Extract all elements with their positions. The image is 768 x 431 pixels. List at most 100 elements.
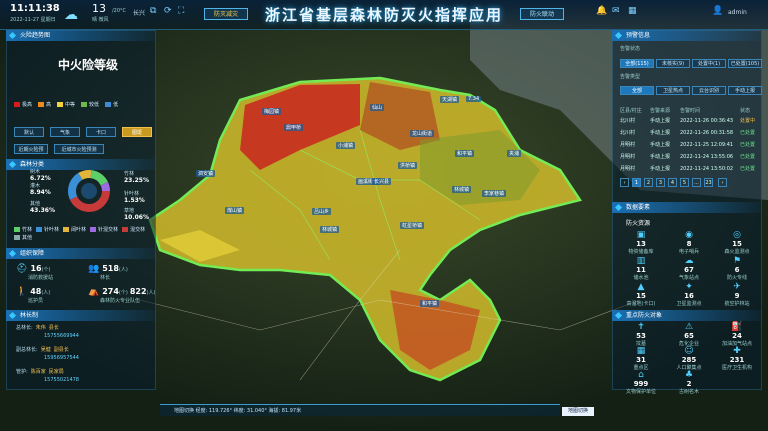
resource-item[interactable]: ✦ 16 卫星监测点 [666, 282, 712, 307]
page-button[interactable]: 1 [632, 178, 641, 187]
map-label[interactable]: 林城镇 [452, 186, 472, 193]
fire-resource-label: 防火资源 [626, 220, 651, 227]
map-label[interactable]: 梅园镇 [262, 108, 282, 115]
map-label[interactable]: 洪桥镇 [398, 162, 418, 169]
key-object[interactable]: ⌂ 999 文物保护单位 [618, 370, 664, 395]
status-tab[interactable]: 全部(115) [620, 59, 654, 68]
tab-linkage[interactable]: 防火联动 [520, 8, 565, 20]
status-tab[interactable]: 处置中(1) [692, 59, 726, 68]
pct-value: 6.72% [30, 175, 51, 182]
user-icon[interactable]: 👤 [712, 6, 723, 16]
pct-value: 10.06% [124, 214, 149, 221]
legend-label: 极高 [22, 102, 33, 108]
page-button[interactable]: 2 [644, 178, 653, 187]
map-label[interactable]: 7.34 [466, 96, 482, 102]
page-button[interactable]: 4 [668, 178, 677, 187]
legend-swatch [105, 102, 112, 107]
table-row[interactable]: 月明村 手动上报 2022-11-24 13:50:02 已处置 [620, 165, 760, 173]
grid-icon[interactable]: ▦ [628, 6, 637, 16]
key-object[interactable]: ☺ 285 人口聚集点 [666, 346, 712, 371]
layer-button[interactable]: 气象 [50, 127, 80, 137]
key-icon: ✚ [733, 346, 741, 356]
map-label[interactable]: 虹星桥镇 [400, 222, 425, 229]
key-object[interactable]: ⚠ 65 危化企业 [666, 322, 712, 347]
map-label[interactable]: 煤山镇 [225, 207, 245, 214]
map-label[interactable]: 长兴县 [372, 178, 392, 185]
forest-pct: 灌木 8.94% [30, 182, 51, 196]
resource-num: 16 [684, 292, 694, 300]
temperature-range: /20°C [112, 8, 127, 14]
layer-button[interactable]: 图斑 [122, 127, 152, 137]
layer-button[interactable]: 默认 [14, 127, 44, 137]
prev-page-button[interactable]: ‹ [620, 178, 629, 187]
map-label[interactable]: 小浦镇 [336, 142, 356, 149]
layers-icon[interactable]: ⧉ [150, 6, 156, 16]
page-button[interactable]: 23 [704, 178, 713, 187]
resource-item[interactable]: ▣ 13 物资储备库 [618, 230, 664, 255]
type-tab[interactable]: 卫星热点 [656, 86, 690, 95]
forest-pct: 其他 43.36% [30, 200, 55, 214]
status-tab[interactable]: 未核实(9) [656, 59, 690, 68]
map-label[interactable]: 龙山街道 [410, 130, 435, 137]
map-label[interactable]: 仙山 [370, 104, 385, 111]
map-label[interactable]: 李家巷镇 [482, 190, 507, 197]
table-row[interactable]: 月明村 手动上报 2022-11-24 13:55:06 已处置 [620, 153, 760, 161]
page-button[interactable]: ... [692, 178, 701, 187]
cell-st: 已处置 [740, 154, 756, 160]
table-row[interactable]: 月明村 手动上报 2022-11-25 12:09:41 已处置 [620, 141, 760, 149]
forecast-button[interactable]: 近期火险预 [14, 144, 48, 154]
location-label[interactable]: 长兴 [133, 8, 145, 17]
key-object[interactable]: ▦ 31 重点区 [618, 346, 664, 371]
page-button[interactable]: 3 [656, 178, 665, 187]
resource-label: 卫星监测点 [676, 301, 702, 307]
chat-icon[interactable]: ✉ [612, 6, 620, 16]
type-tab[interactable]: 云台识别 [692, 86, 726, 95]
cell-place: 月明村 [620, 166, 636, 172]
map-switch-button[interactable]: 地图切换 [562, 407, 594, 416]
map-label[interactable]: 林城镇 [320, 226, 340, 233]
resource-item[interactable]: ✈ 9 航空护林站 [714, 282, 760, 307]
leader-phone[interactable]: 15755021478 [44, 377, 79, 383]
map-label[interactable]: 吕山乡 [312, 208, 332, 215]
refresh-icon[interactable]: ⟳ [164, 6, 172, 16]
legend-swatch [14, 102, 20, 107]
table-row[interactable]: 北川村 手动上报 2022-11-26 00:31:58 已处置 [620, 129, 760, 137]
forecast-button[interactable]: 近城市火险预测 [54, 144, 104, 154]
key-object[interactable]: ✝ 53 坟墓 [618, 322, 664, 347]
type-label: 告警类型 [620, 74, 641, 80]
leader-phone[interactable]: 15755669944 [44, 333, 79, 339]
key-object[interactable]: ⛽ 24 加油加气站点 [714, 322, 760, 347]
type-tab[interactable]: 全部 [620, 86, 654, 95]
pct-value: 23.25% [124, 177, 149, 184]
layer-button[interactable]: 卡口 [86, 127, 116, 137]
key-object[interactable]: ✚ 231 医疗卫生机构 [714, 346, 760, 371]
resource-item[interactable]: ◉ 8 电子哨兵 [666, 230, 712, 255]
leader-phone[interactable]: 15956957544 [44, 355, 79, 361]
map-label[interactable]: 泗安镇 [196, 170, 216, 177]
map-label[interactable]: 鼎甲桥 [284, 124, 304, 131]
key-icon: ▦ [636, 346, 646, 356]
map-label[interactable]: 和平镇 [420, 300, 440, 307]
resource-item[interactable]: ◎ 15 森火监测点 [714, 230, 760, 255]
map-label[interactable]: 和平镇 [455, 150, 475, 157]
username[interactable]: admin [728, 9, 747, 16]
type-tab[interactable]: 手动上报 [728, 86, 762, 95]
key-object[interactable]: ♣ 2 古树名木 [666, 370, 712, 395]
resource-item[interactable]: ☁ 67 气象站点 [666, 256, 712, 281]
resource-item[interactable]: ▲ 15 高温地(卡口) [618, 282, 664, 307]
table-row[interactable]: 北川村 手动上报 2022-11-26 00:36:43 处置中 [620, 117, 760, 125]
map-label[interactable]: 夹浦 [507, 150, 522, 157]
resource-item[interactable]: ⚑ 6 防火专线 [714, 256, 760, 281]
status-tab[interactable]: 已处置(105) [728, 59, 762, 68]
warn-header: 预警信息 [612, 30, 762, 41]
map-label[interactable]: 天湖镇 [440, 96, 460, 103]
next-page-button[interactable]: › [718, 178, 727, 187]
org-num2: 822 [129, 287, 147, 296]
bell-icon[interactable]: 🔔 [596, 6, 607, 16]
key-num: 285 [681, 356, 697, 364]
resource-header: 数据要素 [612, 202, 762, 213]
org-icon: ⛺ [88, 287, 100, 297]
page-button[interactable]: 5 [680, 178, 689, 187]
fullscreen-icon[interactable]: ⛶ [178, 6, 184, 16]
resource-item[interactable]: ▥ 11 储水池 [618, 256, 664, 281]
